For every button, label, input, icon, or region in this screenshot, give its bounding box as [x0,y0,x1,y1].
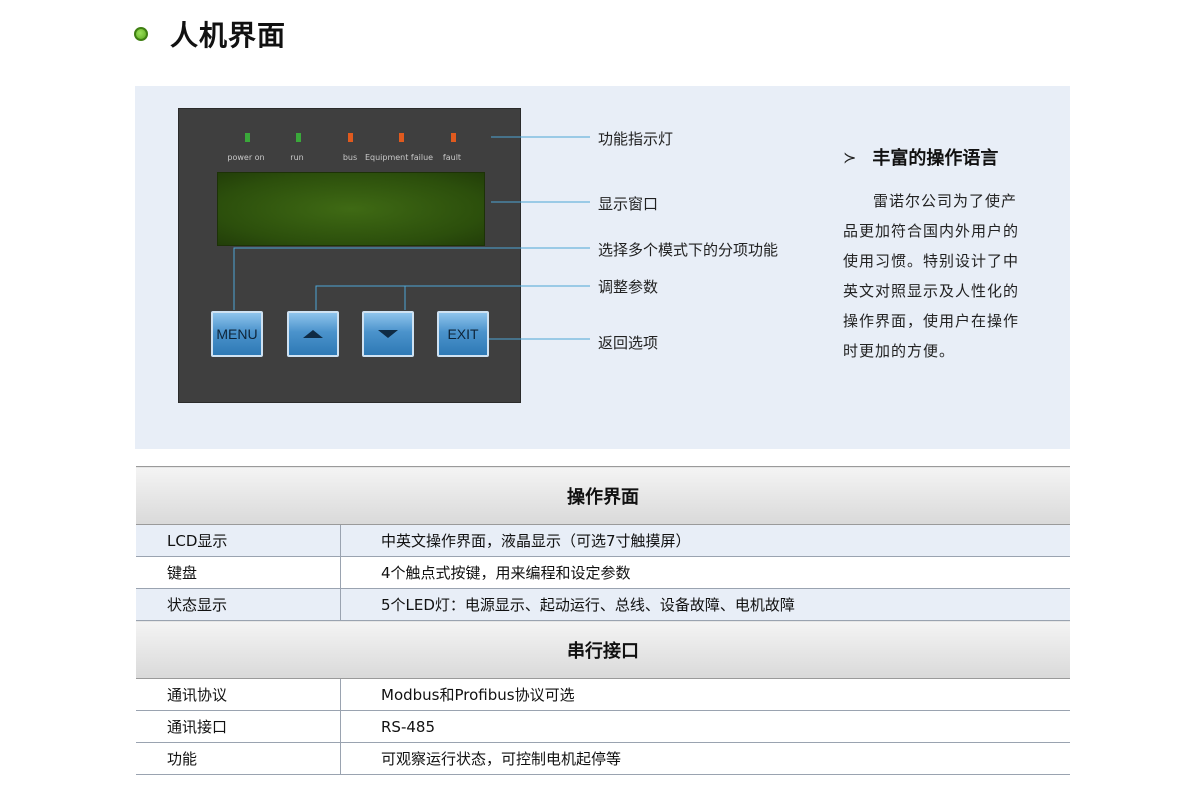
led-run-indicator [296,133,301,142]
callout-label-adjust: 调整参数 [598,278,659,296]
table-row: 通讯接口 RS-485 [136,710,1070,743]
arrow-up-icon [303,330,323,338]
table-row: 通讯协议 Modbus和Profibus协议可选 [136,678,1070,711]
callout-label-indicator: 功能指示灯 [598,130,674,148]
spec-table: 操作界面 LCD显示 中英文操作界面，液晶显示（可选7寸触摸屏） 键盘 4个触点… [136,466,1070,775]
row-key: LCD显示 [136,524,341,557]
led-equipment-failure-indicator [399,133,404,142]
hmi-device: power on run bus Equipment failue fault … [178,108,521,403]
callout-label-menu-select: 选择多个模式下的分项功能 [598,241,779,259]
down-button[interactable] [362,311,414,357]
feature-block: ≻ 丰富的操作语言 雷诺尔公司为了使产品更加符合国内外用户的使用习惯。特别设计了… [843,144,1023,366]
row-value: 可观察运行状态，可控制电机起停等 [340,742,1070,775]
feature-description: 雷诺尔公司为了使产品更加符合国内外用户的使用习惯。特别设计了中英文对照显示及人性… [843,192,1020,360]
led-label-equipment-failure: Equipment failue [364,153,434,162]
arrow-down-icon [378,330,398,338]
section-title: 操作界面 [136,466,1070,525]
row-value: Modbus和Profibus协议可选 [340,678,1070,711]
led-bus-indicator [348,133,353,142]
up-button[interactable] [287,311,339,357]
row-value: 5个LED灯：电源显示、起动运行、总线、设备故障、电机故障 [340,588,1070,621]
table-row: 键盘 4个触点式按键，用来编程和设定参数 [136,556,1070,589]
led-fault-indicator [451,133,456,142]
row-value: RS-485 [340,710,1070,743]
row-value: 4个触点式按键，用来编程和设定参数 [340,556,1070,589]
row-key: 状态显示 [136,588,341,621]
page-title: 人机界面 [170,19,287,52]
table-section-header: 串行接口 [136,620,1070,679]
table-section-header: 操作界面 [136,466,1070,525]
chevron-right-icon: ≻ [843,147,857,167]
menu-button[interactable]: MENU [211,311,263,357]
row-key: 键盘 [136,556,341,589]
row-value: 中英文操作界面，液晶显示（可选7寸触摸屏） [340,524,1070,557]
led-label-power-on: power on [227,153,265,162]
row-key: 通讯协议 [136,678,341,711]
row-key: 通讯接口 [136,710,341,743]
exit-button[interactable]: EXIT [437,311,489,357]
led-label-run: run [290,153,304,162]
led-label-fault: fault [442,153,462,162]
led-label-bus: bus [342,153,358,162]
table-row: LCD显示 中英文操作界面，液晶显示（可选7寸触摸屏） [136,524,1070,557]
callout-label-display: 显示窗口 [598,195,659,213]
led-power-on-indicator [245,133,250,142]
table-row: 状态显示 5个LED灯：电源显示、起动运行、总线、设备故障、电机故障 [136,588,1070,621]
row-key: 功能 [136,742,341,775]
section-title: 串行接口 [136,620,1070,679]
callout-label-back: 返回选项 [598,334,659,352]
lcd-display-window [217,172,485,246]
table-row: 功能 可观察运行状态，可控制电机起停等 [136,742,1070,775]
feature-title: 丰富的操作语言 [872,148,999,169]
feature-heading: ≻ 丰富的操作语言 [843,144,1023,170]
bullet-dot-icon [134,27,148,41]
page-header: 人机界面 [134,14,286,54]
